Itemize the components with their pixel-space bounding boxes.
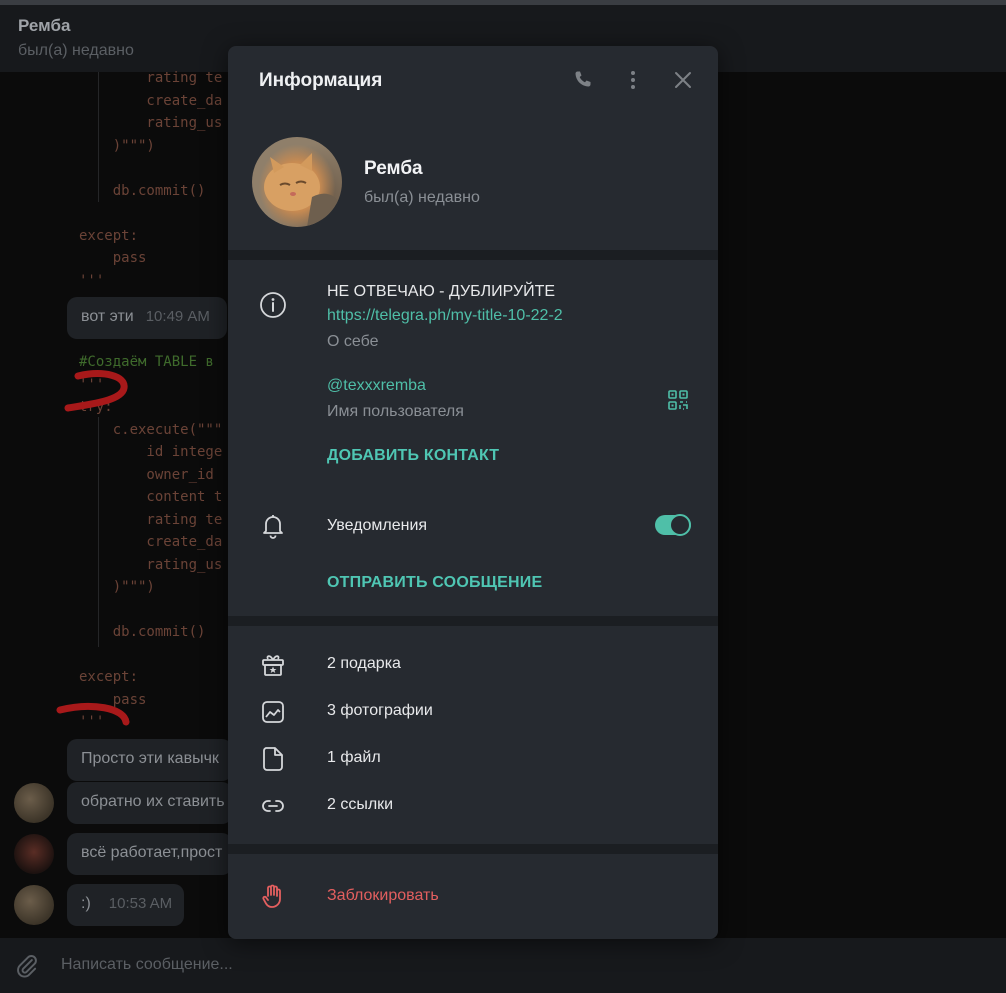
code-line: rating_us xyxy=(79,115,223,131)
avatar[interactable] xyxy=(14,834,54,874)
code-line: id intege xyxy=(79,444,223,460)
chat-title: Ремба xyxy=(18,16,71,35)
code-line: )""") xyxy=(79,579,155,595)
hand-stop-icon xyxy=(259,882,287,910)
code-line: db.commit() xyxy=(79,182,206,199)
bio-text: НЕ ОТВЕЧАЮ - ДУБЛИРУЙТЕ xyxy=(327,283,556,300)
file-icon xyxy=(259,745,287,773)
code-line: owner_id xyxy=(79,466,214,483)
files-item[interactable]: 1 файл xyxy=(327,749,381,767)
avatar[interactable] xyxy=(14,783,54,823)
avatar[interactable] xyxy=(14,885,54,925)
code-line: rating te xyxy=(79,511,223,528)
section-divider xyxy=(228,844,718,854)
bio-link[interactable]: https://telegra.ph/my-title-10-22-2 xyxy=(327,307,563,325)
red-scribble xyxy=(56,702,130,726)
code-line: c.execute(""" xyxy=(79,421,223,438)
code-line: content t xyxy=(79,489,223,505)
code-line: rating te xyxy=(79,70,223,86)
red-scribble xyxy=(64,370,128,412)
phone-icon[interactable] xyxy=(571,68,595,92)
code-block-top: rating te create_da rating_us )""") db.c… xyxy=(79,67,222,292)
photo-icon xyxy=(259,698,287,726)
info-icon xyxy=(259,291,287,319)
add-contact-button[interactable]: ДОБАВИТЬ КОНТАКТ xyxy=(327,447,499,465)
code-line: create_da xyxy=(79,534,223,550)
links-item[interactable]: 2 ссылки xyxy=(327,796,393,814)
code-line: )""") xyxy=(79,137,155,154)
info-dialog: Информация Ремба был(а) недавно НЕ ОТВЕЧ… xyxy=(228,46,718,939)
attach-icon[interactable] xyxy=(14,953,40,979)
profile-status: был(а) недавно xyxy=(364,189,480,206)
dialog-title: Информация xyxy=(259,70,383,91)
profile-name: Ремба xyxy=(364,158,423,179)
code-line: db.commit() xyxy=(79,624,206,640)
message-bubble[interactable]: Просто эти кавычк xyxy=(67,739,232,781)
gift-icon xyxy=(259,651,287,679)
bio-label: О себе xyxy=(327,333,379,350)
profile-avatar[interactable] xyxy=(252,137,342,227)
code-line: ''' xyxy=(79,272,105,289)
toggle-knob xyxy=(669,514,691,536)
code-line: except: xyxy=(79,227,139,244)
message-text: всё работает,прост xyxy=(81,844,223,861)
message-input-bar[interactable]: Написать сообщение... xyxy=(0,938,1006,993)
message-text: :) xyxy=(81,895,91,912)
notifications-label: Уведомления xyxy=(327,517,428,534)
message-time: 10:49 AM xyxy=(145,308,210,325)
message-bubble[interactable]: :) 10:53 AM xyxy=(67,884,184,926)
section-divider xyxy=(228,616,718,626)
send-message-button[interactable]: ОТПРАВИТЬ СООБЩЕНИЕ xyxy=(327,574,542,592)
message-text: вот эти xyxy=(81,308,134,325)
chat-status: был(а) недавно xyxy=(18,42,134,59)
code-line: except: xyxy=(79,669,139,685)
block-user-button[interactable]: Заблокировать xyxy=(327,887,439,905)
qr-code-icon[interactable] xyxy=(666,388,690,412)
username-label: Имя пользователя xyxy=(327,403,464,420)
code-line: rating_us xyxy=(79,556,223,573)
message-bubble[interactable]: всё работает,прост xyxy=(67,833,232,875)
message-bubble[interactable]: обратно их ставить xyxy=(67,782,232,824)
gifts-item[interactable]: 2 подарка xyxy=(327,655,401,673)
photos-item[interactable]: 3 фотографии xyxy=(327,702,433,720)
code-line: pass xyxy=(79,250,147,266)
message-bubble[interactable]: вот эти 10:49 AM xyxy=(67,297,227,339)
username[interactable]: @texxxremba xyxy=(327,377,426,395)
link-icon xyxy=(259,792,287,820)
notifications-toggle[interactable] xyxy=(655,514,691,536)
bell-icon xyxy=(259,512,287,540)
message-text: Просто эти кавычк xyxy=(81,750,219,767)
message-text: обратно их ставить xyxy=(81,793,225,810)
message-input[interactable]: Написать сообщение... xyxy=(61,956,233,974)
close-icon[interactable] xyxy=(671,68,695,92)
more-vertical-icon[interactable] xyxy=(621,68,645,92)
section-divider xyxy=(228,250,718,260)
code-line: create_da xyxy=(79,92,223,109)
message-time: 10:53 AM xyxy=(108,895,173,912)
